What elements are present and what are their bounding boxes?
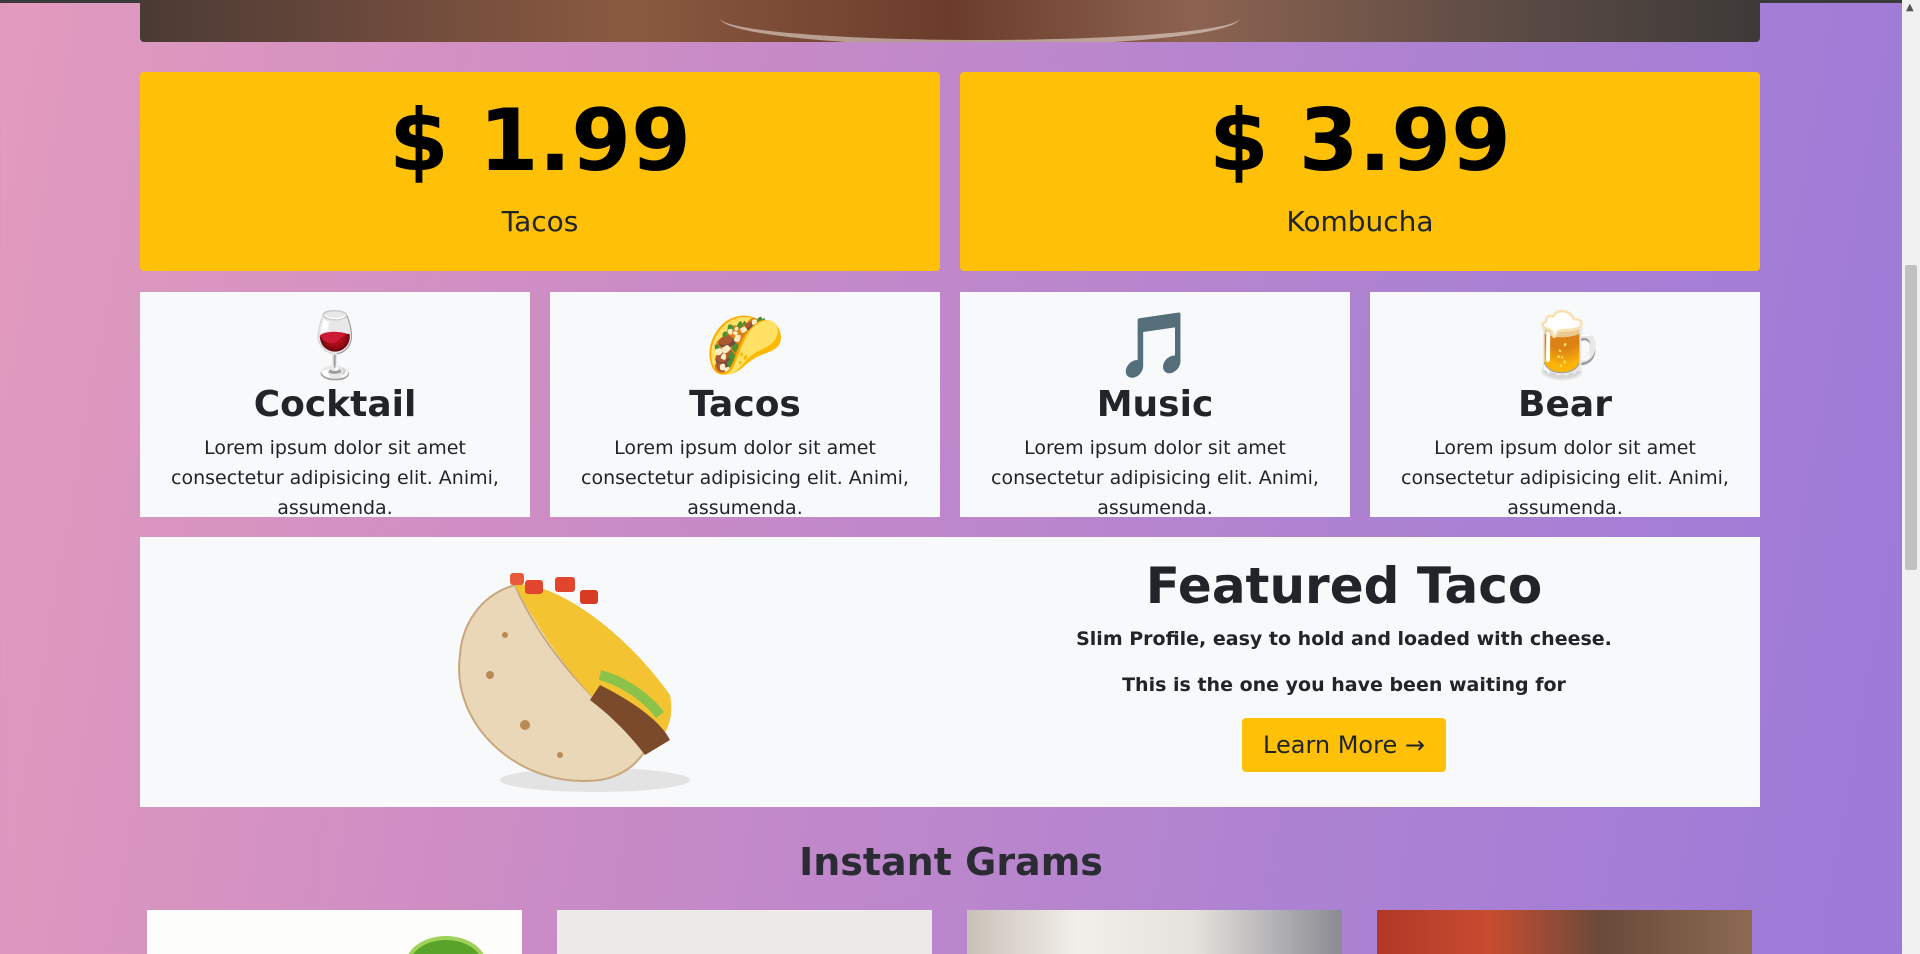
scrollbar-thumb[interactable] <box>1905 265 1917 570</box>
featured-taco-section: Featured Taco Slim Profile, easy to hold… <box>140 537 1760 807</box>
feature-card-cocktail: 🍷 Cocktail Lorem ipsum dolor sit amet co… <box>140 292 530 519</box>
featured-tagline: Slim Profile, easy to hold and loaded wi… <box>1076 628 1612 650</box>
feature-title: Tacos <box>689 384 801 425</box>
feature-text: Lorem ipsum dolor sit amet consectetur a… <box>1401 437 1729 519</box>
feature-text: Lorem ipsum dolor sit amet consectetur a… <box>581 437 909 519</box>
feature-card-music: 🎵 Music Lorem ipsum dolor sit amet conse… <box>960 292 1350 519</box>
taco-image <box>458 573 690 792</box>
feature-title: Cocktail <box>253 384 417 425</box>
feature-card-tacos: 🌮 Tacos Lorem ipsum dolor sit amet conse… <box>550 292 940 519</box>
featured-subtext: This is the one you have been waiting fo… <box>1122 674 1566 696</box>
wine-glass-icon: 🍷 <box>295 309 375 383</box>
price-label: Tacos <box>501 204 579 238</box>
featured-title: Featured Taco <box>1145 557 1543 615</box>
price-amount: $ 1.99 <box>389 91 691 191</box>
learn-more-button[interactable]: Learn More → <box>1242 718 1446 772</box>
price-label: Kombucha <box>1286 204 1434 238</box>
gram-photo[interactable] <box>557 910 932 954</box>
feature-text: Lorem ipsum dolor sit amet consectetur a… <box>171 437 499 519</box>
gram-photo[interactable] <box>967 910 1342 954</box>
scroll-up-arrow-icon[interactable]: ▲ <box>1906 2 1914 13</box>
price-amount: $ 3.99 <box>1209 91 1511 191</box>
gram-photo[interactable] <box>1377 910 1752 954</box>
lime-image <box>405 936 487 954</box>
instant-grams-heading: Instant Grams <box>799 840 1103 884</box>
feature-title: Music <box>1096 384 1214 425</box>
hero-image <box>140 0 1760 42</box>
feature-text: Lorem ipsum dolor sit amet consectetur a… <box>991 437 1319 519</box>
page-scrollbar[interactable]: ▲ <box>1902 0 1920 954</box>
feature-card-bear: 🍺 Bear Lorem ipsum dolor sit amet consec… <box>1370 292 1760 519</box>
price-card-kombucha: $ 3.99 Kombucha <box>960 72 1760 271</box>
music-note-icon: 🎵 <box>1115 309 1195 383</box>
feature-title: Bear <box>1518 384 1612 425</box>
price-card-tacos: $ 1.99 Tacos <box>140 72 940 271</box>
taco-icon: 🌮 <box>705 309 785 383</box>
beer-mug-icon: 🍺 <box>1525 309 1605 383</box>
gram-photo-lime[interactable] <box>147 910 522 954</box>
